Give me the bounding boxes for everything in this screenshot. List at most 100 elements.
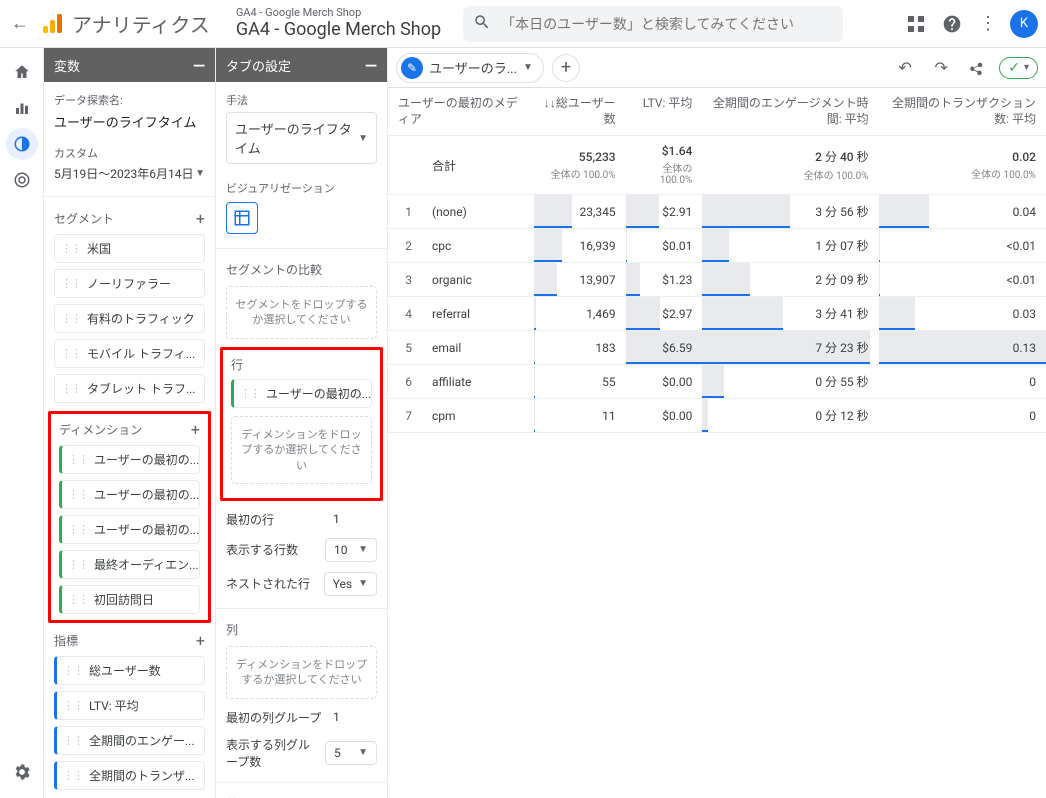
nav-home-icon[interactable]: [6, 56, 38, 88]
table-row[interactable]: 2cpc16,939$0.011 分 07 秒<0.01: [388, 229, 1046, 263]
left-nav: [0, 48, 44, 798]
viz-table-button[interactable]: [226, 202, 258, 234]
variables-header: 変数 —: [44, 48, 215, 82]
data-table: ユーザーの最初のメディア ↓↓総ユーザー数 LTV: 平均 全期間のエンゲージメ…: [388, 88, 1046, 433]
nav-admin-icon[interactable]: [6, 756, 38, 788]
undo-icon[interactable]: ↶: [891, 54, 919, 82]
breadcrumb-property: GA4 - Google Merch Shop: [236, 19, 441, 41]
col-engagement[interactable]: 全期間のエンゲージメント時間: 平均: [702, 88, 878, 136]
dimension-chip[interactable]: ⋮⋮初回訪問日: [59, 585, 200, 614]
breadcrumb-account: GA4 - Google Merch Shop: [236, 6, 441, 19]
share-icon[interactable]: [963, 54, 991, 82]
metric-chip[interactable]: ⋮⋮総ユーザー数: [54, 656, 205, 685]
canvas-toolbar: ✎ ユーザーのラ... ▼ + ↶ ↷ ✓▾: [388, 48, 1046, 88]
table-row[interactable]: 6affiliate55$0.000 分 55 秒0: [388, 365, 1046, 399]
search-box[interactable]: [463, 6, 843, 42]
ga-logo: [40, 12, 64, 36]
col-transactions[interactable]: 全期間のトランザクション数: 平均: [879, 88, 1046, 136]
exploration-tab[interactable]: ✎ ユーザーのラ... ▼: [396, 53, 544, 83]
search-input[interactable]: [501, 16, 833, 32]
more-vert-icon[interactable]: ⋮: [974, 10, 1002, 38]
tab-settings-header: タブの設定 —: [216, 48, 387, 82]
apps-icon[interactable]: [902, 10, 930, 38]
dimensions-label: ディメンション: [59, 421, 142, 438]
show-rows-select[interactable]: 10▼: [325, 538, 377, 562]
analytics-icon: [40, 12, 64, 36]
dimension-chip[interactable]: ⋮⋮ユーザーの最初の...: [59, 515, 200, 544]
segments-label: セグメント: [54, 210, 114, 227]
nav-explore-icon[interactable]: [6, 128, 38, 160]
method-select[interactable]: ユーザーのライフタイム ▼: [226, 112, 377, 164]
start-row-label: 最初の行: [226, 511, 274, 528]
chevron-down-icon: ▼: [523, 62, 533, 73]
segment-dropzone[interactable]: セグメントをドロップするか選択してください: [226, 286, 377, 339]
brand-text: アナリティクス: [72, 9, 210, 38]
col-dimension[interactable]: ユーザーの最初のメディア: [388, 88, 534, 136]
variables-panel: 変数 — データ探索名: ユーザーのライフタイム カスタム 5月19日～2023…: [44, 48, 216, 798]
add-segment-button[interactable]: +: [196, 209, 205, 228]
start-row-value[interactable]: 1: [325, 512, 377, 526]
method-label: 手法: [226, 92, 377, 108]
add-tab-button[interactable]: +: [552, 54, 580, 82]
cols-dropzone[interactable]: ディメンションをドロップするか選択してください: [226, 646, 377, 699]
total-row: 合計 55,233全体の 100.0% $1.64全体の 100.0% 2 分 …: [388, 136, 1046, 195]
dimension-chip[interactable]: ⋮⋮ユーザーの最初の...: [59, 445, 200, 474]
segment-chip[interactable]: ⋮⋮ノーリファラー: [54, 269, 205, 298]
col-ltv[interactable]: LTV: 平均: [626, 88, 703, 136]
chevron-down-icon: ▼: [358, 133, 368, 144]
collapse-icon[interactable]: —: [365, 56, 377, 75]
nav-reports-icon[interactable]: [6, 92, 38, 124]
table-row[interactable]: 4referral1,469$2.973 分 41 秒0.03: [388, 297, 1046, 331]
nested-rows-select[interactable]: Yes▼: [324, 572, 377, 596]
date-range-picker[interactable]: 5月19日～2023年6月14日 ▼: [54, 165, 205, 182]
segment-chip[interactable]: ⋮⋮米国: [54, 234, 205, 263]
collapse-icon[interactable]: —: [193, 56, 205, 75]
back-button[interactable]: ←: [8, 13, 32, 34]
segment-chip[interactable]: ⋮⋮モバイル トラフィ...: [54, 339, 205, 368]
table-row[interactable]: 5email183$6.597 分 23 秒0.13: [388, 331, 1046, 365]
status-pill[interactable]: ✓▾: [999, 57, 1038, 79]
show-cols-select[interactable]: 5▼: [325, 741, 377, 765]
metric-chip[interactable]: ⋮⋮LTV: 平均: [54, 691, 205, 720]
rows-highlight: 行 ⋮⋮ユーザーの最初の... ディメンションをドロップするか選択してください: [220, 347, 383, 501]
canvas: ✎ ユーザーのラ... ▼ + ↶ ↷ ✓▾ ユーザーの最初のメディア ↓↓総ユ…: [388, 48, 1046, 798]
edit-icon: ✎: [401, 57, 423, 79]
table-row[interactable]: 7cpm11$0.000 分 12 秒0: [388, 399, 1046, 433]
app-bar: ← アナリティクス GA4 - Google Merch Shop GA4 - …: [0, 0, 1046, 48]
dimensions-highlight: ディメンション + ⋮⋮ユーザーの最初の... ⋮⋮ユーザーの最初の... ⋮⋮ユー…: [48, 411, 211, 623]
nav-advertising-icon[interactable]: [6, 164, 38, 196]
rows-label: 行: [231, 356, 372, 373]
help-icon[interactable]: [938, 10, 966, 38]
table-row[interactable]: 3organic13,907$1.232 分 09 秒<0.01: [388, 263, 1046, 297]
show-cols-label: 表示する列グループ数: [226, 736, 316, 770]
nested-rows-label: ネストされた行: [226, 575, 310, 592]
row-dimension-chip[interactable]: ⋮⋮ユーザーの最初の...: [231, 379, 372, 408]
metrics-label: 指標: [54, 632, 78, 649]
breadcrumb[interactable]: GA4 - Google Merch Shop GA4 - Google Mer…: [236, 6, 441, 41]
dimension-chip[interactable]: ⋮⋮ユーザーの最初の...: [59, 480, 200, 509]
search-icon: [473, 13, 491, 35]
redo-icon[interactable]: ↷: [927, 54, 955, 82]
rows-dropzone[interactable]: ディメンションをドロップするか選択してください: [231, 416, 372, 484]
show-rows-label: 表示する行数: [226, 541, 298, 558]
start-col-value[interactable]: 1: [325, 710, 377, 724]
total-label: 合計: [422, 136, 534, 195]
start-col-label: 最初の列グループ: [226, 709, 321, 726]
table-row[interactable]: 1(none)23,345$2.913 分 56 秒0.04: [388, 195, 1046, 229]
metric-chip[interactable]: ⋮⋮全期間のトランザ...: [54, 761, 205, 790]
col-users[interactable]: ↓↓総ユーザー数: [534, 88, 626, 136]
exploration-name-label: データ探索名:: [54, 92, 205, 108]
add-dimension-button[interactable]: +: [191, 420, 200, 439]
segment-compare-label: セグメントの比較: [226, 261, 377, 278]
cols-label: 列: [226, 621, 377, 638]
avatar[interactable]: K: [1010, 10, 1038, 38]
segment-chip[interactable]: ⋮⋮タブレット トラフ...: [54, 374, 205, 403]
metric-chip[interactable]: ⋮⋮全期間のエンゲー...: [54, 726, 205, 755]
segment-chip[interactable]: ⋮⋮有料のトラフィック: [54, 304, 205, 333]
dimension-chip[interactable]: ⋮⋮最終オーディエン...: [59, 550, 200, 579]
date-range-label: カスタム: [54, 145, 205, 161]
chevron-down-icon: ▼: [195, 168, 205, 179]
tab-settings-panel: タブの設定 — 手法 ユーザーのライフタイム ▼ ビジュアリゼーション セグメン…: [216, 48, 388, 798]
add-metric-button[interactable]: +: [196, 631, 205, 650]
exploration-name[interactable]: ユーザーのライフタイム: [54, 112, 205, 131]
